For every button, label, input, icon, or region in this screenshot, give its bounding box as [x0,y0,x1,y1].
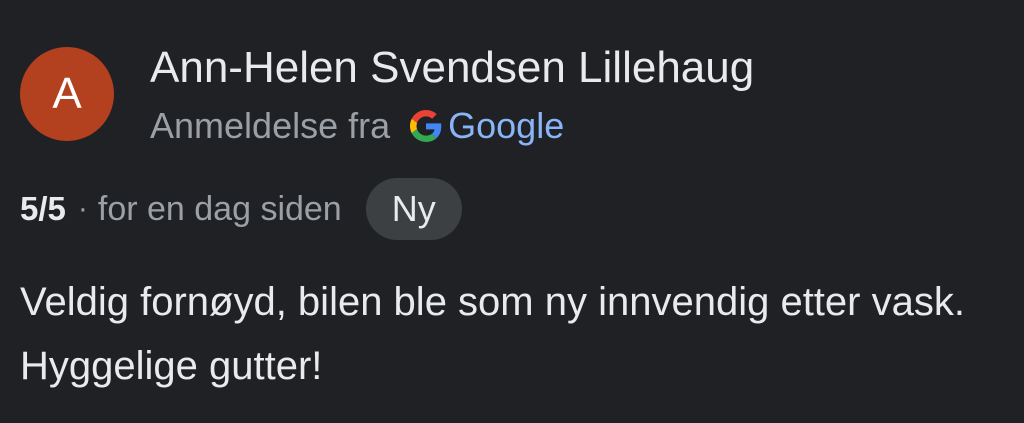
source-link-google[interactable]: Google [448,104,564,147]
rating: 5/5 [20,190,66,227]
review-card: A Ann-Helen Svendsen Lillehaug Anmeldels… [0,0,1024,423]
avatar[interactable]: A [20,47,114,141]
separator-dot: · [77,192,88,225]
source-prefix: Anmeldelse fra [150,105,391,146]
review-meta: 5/5 · for en dag siden Ny [20,178,462,240]
avatar-letter: A [52,69,82,118]
reviewer-name[interactable]: Ann-Helen Svendsen Lillehaug [150,43,754,92]
review-text: Veldig fornøyd, bilen ble som ny innvend… [20,280,965,388]
google-g-icon [410,109,442,142]
new-badge: Ny [365,178,462,240]
review-time: for en dag siden [97,189,342,228]
review-source: Anmeldelse fra Google [150,104,564,147]
